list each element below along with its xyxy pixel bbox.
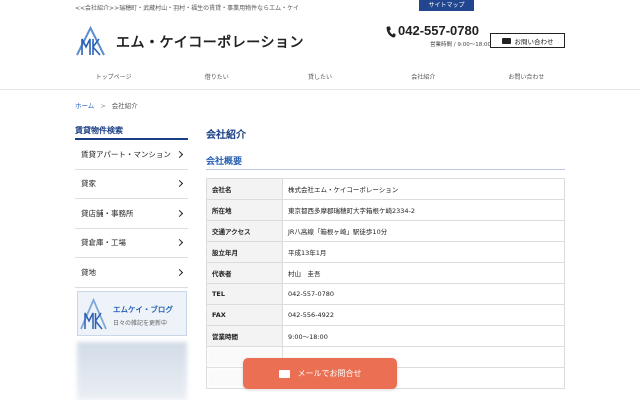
mail-contact-button[interactable]: メールでお問合せ bbox=[243, 358, 397, 389]
table-row: FAX 042-556-4922 bbox=[206, 304, 565, 326]
table-key: 所在地 bbox=[206, 199, 283, 221]
chevron-right-icon bbox=[175, 268, 184, 276]
header-tagline: <<会社紹介>>瑞穂町・武蔵村山・羽村・福生の賃貸・事業用物件ならエム・ケイ bbox=[75, 5, 299, 12]
table-row: TEL 042-557-0780 bbox=[206, 283, 565, 305]
table-key: 設立年月 bbox=[206, 241, 283, 263]
table-value: 042-556-4922 bbox=[282, 304, 565, 326]
chevron-right-icon bbox=[175, 209, 184, 217]
mk-mountain-logo-icon[interactable] bbox=[75, 25, 106, 57]
sidebar-item-house[interactable]: 貸家 bbox=[75, 170, 188, 199]
contact-button[interactable]: お問い合わせ bbox=[490, 33, 565, 48]
chevron-right-icon bbox=[175, 239, 184, 247]
sidebar-item-label: 賃貸アパート・マンション bbox=[81, 149, 171, 159]
mail-contact-label: メールでお問合せ bbox=[297, 369, 362, 378]
table-row: 会社名 株式会社エム・ケイコーポレーション bbox=[206, 178, 565, 200]
nav-divider bbox=[0, 89, 640, 90]
sidebar-menu: 賃貸アパート・マンション 貸家 貸店舗・事務所 貸倉庫・工場 貸地 bbox=[75, 140, 188, 288]
table-key: 代表者 bbox=[206, 262, 283, 284]
section-title-underline bbox=[206, 169, 565, 170]
chevron-right-icon bbox=[175, 150, 184, 158]
breadcrumb-current: 会社紹介 bbox=[111, 102, 138, 110]
contact-button-label: お問い合わせ bbox=[514, 37, 554, 46]
table-row: 営業時間 9:00〜18:00 bbox=[206, 325, 565, 347]
mk-mountain-logo-icon bbox=[80, 297, 107, 330]
table-key: 交通アクセス bbox=[206, 220, 283, 242]
table-key: FAX bbox=[206, 304, 283, 326]
chevron-right-icon bbox=[175, 180, 184, 188]
blog-banner[interactable]: エムケイ・ブログ 日々の雑記を更新中 bbox=[77, 291, 187, 336]
sidebar-item-warehouse-factory[interactable]: 貸倉庫・工場 bbox=[75, 229, 188, 258]
nav-item-top[interactable]: トップページ bbox=[62, 68, 165, 88]
table-row: 所在地 東京都西多摩郡瑞穂町大字箱根ケ崎2334-2 bbox=[206, 199, 565, 221]
business-hours: 営業時間 / 9:00〜18:00 bbox=[430, 42, 492, 48]
breadcrumb-separator: > bbox=[100, 102, 106, 110]
nav-item-lease-out[interactable]: 貸したい bbox=[268, 68, 371, 88]
global-nav: トップページ 借りたい 貸したい 会社紹介 お問い合わせ bbox=[62, 68, 578, 88]
sidebar-item-land[interactable]: 貸地 bbox=[75, 258, 188, 288]
nav-item-rent[interactable]: 借りたい bbox=[165, 68, 268, 88]
sidebar-item-label: 貸店舗・事務所 bbox=[81, 208, 134, 218]
table-row: 交通アクセス JR八高線「箱根ヶ崎」駅徒歩10分 bbox=[206, 220, 565, 242]
blog-banner-title: エムケイ・ブログ bbox=[113, 305, 173, 314]
sidebar-title: 賃貸物件検索 bbox=[75, 126, 123, 135]
table-value: JR八高線「箱根ヶ崎」駅徒歩10分 bbox=[282, 220, 565, 242]
table-value: 東京都西多摩郡瑞穂町大字箱根ケ崎2334-2 bbox=[282, 199, 565, 221]
company-name[interactable]: エム・ケイコーポレーション bbox=[116, 32, 304, 52]
nav-item-company[interactable]: 会社紹介 bbox=[372, 68, 475, 88]
mail-icon bbox=[278, 369, 290, 378]
breadcrumb-home-link[interactable]: ホーム bbox=[75, 102, 94, 110]
table-key: TEL bbox=[206, 283, 283, 305]
section-title: 会社概要 bbox=[206, 157, 243, 167]
nav-item-contact[interactable]: お問い合わせ bbox=[475, 68, 578, 88]
sidebar-item-apartment[interactable]: 賃貸アパート・マンション bbox=[75, 140, 188, 170]
sidebar-item-label: 貸地 bbox=[81, 267, 96, 277]
sitemap-button[interactable]: サイトマップ bbox=[419, 0, 474, 11]
table-value: 平成13年1月 bbox=[282, 241, 565, 263]
mail-icon bbox=[501, 37, 511, 44]
breadcrumb: ホーム > 会社紹介 bbox=[75, 100, 138, 110]
sidebar-banner-faded bbox=[77, 342, 187, 400]
blog-banner-subtitle: 日々の雑記を更新中 bbox=[113, 320, 168, 327]
table-value: 9:00〜18:00 bbox=[282, 325, 565, 347]
table-row: 設立年月 平成13年1月 bbox=[206, 241, 565, 263]
table-row: 代表者 村山 圭吾 bbox=[206, 262, 565, 284]
table-key: 会社名 bbox=[206, 178, 283, 200]
table-value: 村山 圭吾 bbox=[282, 262, 565, 284]
phone-number[interactable]: 042-557-0780 bbox=[398, 23, 479, 38]
table-key: 営業時間 bbox=[206, 325, 283, 347]
table-value: 株式会社エム・ケイコーポレーション bbox=[282, 178, 565, 200]
sidebar-item-store-office[interactable]: 貸店舗・事務所 bbox=[75, 199, 188, 229]
sidebar-item-label: 貸倉庫・工場 bbox=[81, 238, 126, 248]
phone-icon bbox=[386, 26, 396, 38]
page-title: 会社紹介 bbox=[206, 130, 246, 141]
table-value: 042-557-0780 bbox=[282, 283, 565, 305]
sidebar-item-label: 貸家 bbox=[81, 179, 96, 189]
